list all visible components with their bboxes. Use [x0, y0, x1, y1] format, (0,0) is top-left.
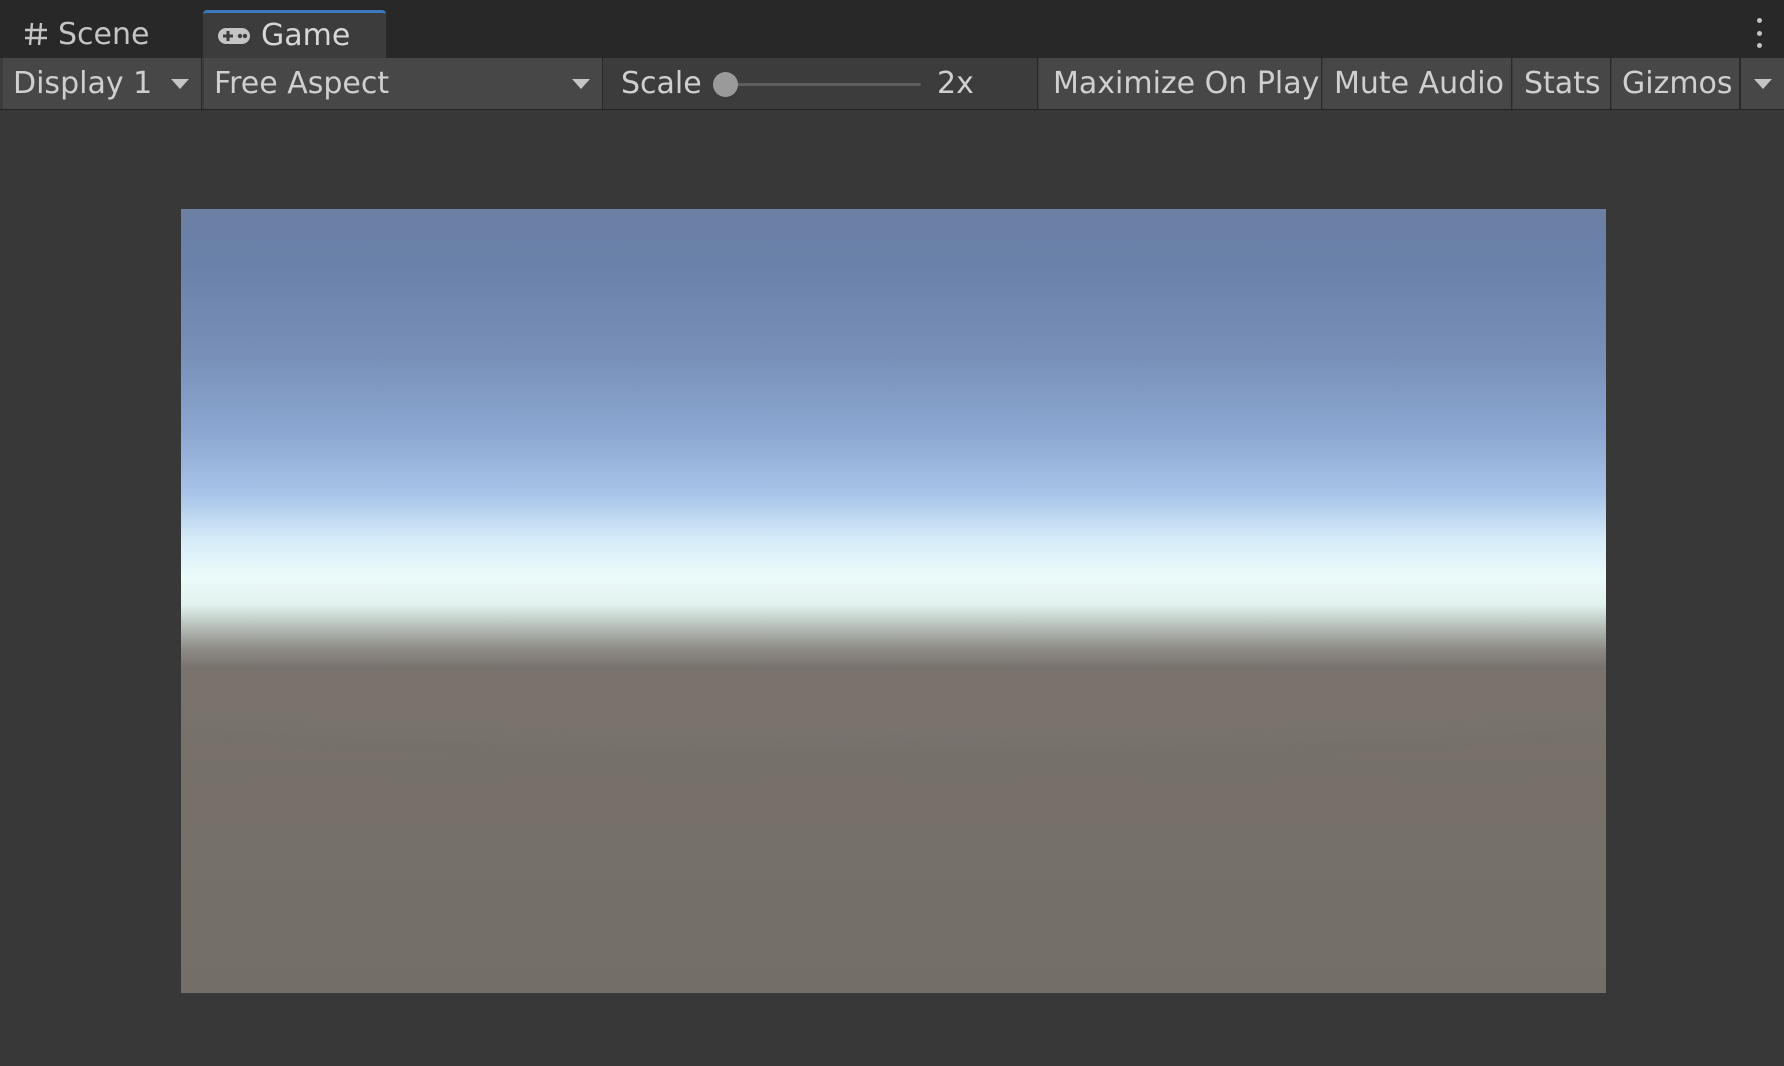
maximize-on-play-toggle[interactable]: Maximize On Play: [1039, 58, 1322, 109]
mute-audio-toggle[interactable]: Mute Audio: [1323, 58, 1512, 109]
maximize-on-play-label: Maximize On Play: [1053, 66, 1320, 101]
aspect-dropdown[interactable]: Free Aspect: [204, 58, 603, 109]
stats-label: Stats: [1524, 66, 1601, 101]
gizmos-label: Gizmos: [1622, 66, 1733, 101]
stats-toggle[interactable]: Stats: [1513, 58, 1611, 109]
tab-game[interactable]: Game: [203, 10, 386, 58]
scale-slider[interactable]: [713, 72, 921, 97]
game-toolbar: Display 1 Free Aspect Scale 2x Maximize …: [0, 58, 1784, 110]
mute-audio-label: Mute Audio: [1334, 66, 1504, 101]
display-dropdown-value: Display 1: [13, 66, 153, 101]
tab-game-label: Game: [261, 18, 351, 53]
display-dropdown[interactable]: Display 1: [3, 58, 202, 109]
scale-label: Scale: [621, 66, 702, 101]
scale-slider-handle[interactable]: [713, 72, 738, 97]
tab-scene-label: Scene: [58, 16, 150, 52]
game-viewport[interactable]: [181, 209, 1606, 993]
tab-scene[interactable]: Scene: [4, 10, 200, 58]
scale-value: 2x: [937, 66, 974, 101]
grid-icon: [24, 22, 48, 46]
gizmos-toggle[interactable]: Gizmos: [1612, 58, 1740, 109]
gamepad-icon: [217, 25, 251, 47]
gizmos-dropdown[interactable]: [1740, 58, 1784, 109]
scale-control: Scale 2x: [605, 58, 1038, 109]
tab-bar: Scene Game: [0, 0, 1784, 58]
chevron-down-icon: [572, 79, 590, 89]
game-view-window: Scene Game Display 1 Free Aspect Scale 2…: [0, 0, 1784, 1066]
kebab-menu-icon[interactable]: [1752, 18, 1766, 48]
chevron-down-icon: [1754, 79, 1772, 89]
aspect-dropdown-value: Free Aspect: [214, 66, 390, 101]
skybox: [181, 209, 1606, 669]
chevron-down-icon: [171, 79, 189, 89]
